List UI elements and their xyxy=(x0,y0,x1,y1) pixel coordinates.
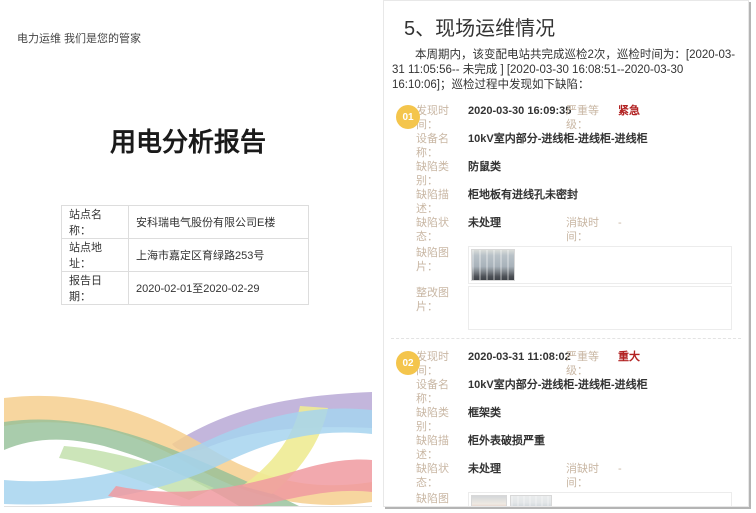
report-preview: 电力运维 我们是您的管家 用电分析报告 站点名称： 安科瑞电气股份有限公司E楼 … xyxy=(0,0,756,513)
field-label: 设备名称： xyxy=(416,132,468,160)
defect-item: 01 发现时间： 2020-03-30 16:09:35 严重等级： 紧急 设备… xyxy=(384,104,748,330)
field-label: 缺陷类别： xyxy=(416,406,468,434)
field-label: 严重等级： xyxy=(566,350,618,378)
field-label: 缺陷状态： xyxy=(416,462,468,490)
defect-photo-thumbnail xyxy=(471,249,515,281)
field-label: 发现时间： xyxy=(416,350,468,378)
row-value: 上海市嘉定区育绿路253号 xyxy=(129,239,309,272)
defect-item: 02 发现时间： 2020-03-31 11:08:02 严重等级： 重大 设备… xyxy=(384,350,748,507)
field-value: 防鼠类 xyxy=(468,160,501,188)
field-label: 缺陷图片： xyxy=(416,246,468,284)
field-label: 整改图片： xyxy=(416,286,468,330)
item-index-badge: 02 xyxy=(396,351,420,375)
field-value: 柜地板有进线孔未密封 xyxy=(468,188,578,216)
field-value: 10kV室内部分-进线柜-进线柜-进线柜 xyxy=(468,132,648,160)
defect-photos-box xyxy=(468,246,732,284)
fix-photos-box xyxy=(468,286,732,330)
field-value: 2020-03-31 11:08:02 xyxy=(468,350,566,378)
field-value: 2020-03-30 16:09:35 xyxy=(468,104,566,132)
field-label: 缺陷图片： xyxy=(416,492,468,507)
field-row: 缺陷描述： 柜外表破损严重 xyxy=(416,434,748,462)
defect-photos-row: 缺陷图片： xyxy=(416,492,748,507)
field-row: 缺陷类别： 框架类 xyxy=(416,406,748,434)
cover-page: 电力运维 我们是您的管家 用电分析报告 站点名称： 安科瑞电气股份有限公司E楼 … xyxy=(4,0,372,507)
item-index-badge: 01 xyxy=(396,105,420,129)
field-label: 发现时间： xyxy=(416,104,468,132)
field-value: 框架类 xyxy=(468,406,501,434)
defect-photo-thumbnail xyxy=(510,495,552,507)
field-label: 缺陷状态： xyxy=(416,216,468,244)
field-label: 严重等级： xyxy=(566,104,618,132)
field-value: - xyxy=(618,216,622,244)
field-label: 缺陷描述： xyxy=(416,434,468,462)
field-label: 缺陷类别： xyxy=(416,160,468,188)
report-title: 用电分析报告 xyxy=(4,122,372,159)
item-separator xyxy=(391,338,741,339)
report-tagline: 电力运维 我们是您的管家 xyxy=(17,30,141,46)
field-value: 10kV室内部分-进线柜-进线柜-进线柜 xyxy=(468,378,648,406)
table-row: 报告日期： 2020-02-01至2020-02-29 xyxy=(62,272,309,305)
row-label: 站点名称： xyxy=(62,206,129,239)
table-row: 站点地址： 上海市嘉定区育绿路253号 xyxy=(62,239,309,272)
field-row: 缺陷类别： 防鼠类 xyxy=(416,160,748,188)
severity-value: 重大 xyxy=(618,350,640,378)
section-title: 5、现场运维情况 xyxy=(404,12,748,41)
field-value: - xyxy=(618,462,622,490)
row-value: 安科瑞电气股份有限公司E楼 xyxy=(129,206,309,239)
field-label: 消缺时间： xyxy=(566,216,618,244)
site-info-table: 站点名称： 安科瑞电气股份有限公司E楼 站点地址： 上海市嘉定区育绿路253号 … xyxy=(61,205,309,305)
table-row: 站点名称： 安科瑞电气股份有限公司E楼 xyxy=(62,206,309,239)
field-row: 缺陷描述： 柜地板有进线孔未密封 xyxy=(416,188,748,216)
field-row: 设备名称： 10kV室内部分-进线柜-进线柜-进线柜 xyxy=(416,132,748,160)
field-label: 消缺时间： xyxy=(566,462,618,490)
fix-photos-row: 整改图片： xyxy=(416,286,748,330)
field-label: 设备名称： xyxy=(416,378,468,406)
row-label: 报告日期： xyxy=(62,272,129,305)
decorative-waves xyxy=(4,388,372,506)
field-label: 缺陷描述： xyxy=(416,188,468,216)
intro-paragraph: 本周期内，该变配电站共完成巡检2次，巡检时间为：[2020-03-31 11:0… xyxy=(392,48,740,93)
field-row: 设备名称： 10kV室内部分-进线柜-进线柜-进线柜 xyxy=(416,378,748,406)
field-value: 未处理 xyxy=(468,462,566,490)
row-label: 站点地址： xyxy=(62,239,129,272)
field-row: 缺陷状态： 未处理 消缺时间： - xyxy=(416,216,748,244)
field-value: 柜外表破损严重 xyxy=(468,434,545,462)
field-value: 未处理 xyxy=(468,216,566,244)
defect-photos-box xyxy=(468,492,732,507)
field-row: 发现时间： 2020-03-30 16:09:35 严重等级： 紧急 xyxy=(416,104,748,132)
row-value: 2020-02-01至2020-02-29 xyxy=(129,272,309,305)
defect-photo-thumbnail xyxy=(471,495,507,507)
field-row: 缺陷状态： 未处理 消缺时间： - xyxy=(416,462,748,490)
severity-value: 紧急 xyxy=(618,104,640,132)
field-row: 发现时间： 2020-03-31 11:08:02 严重等级： 重大 xyxy=(416,350,748,378)
defect-photos-row: 缺陷图片： xyxy=(416,246,748,284)
report-section-page: 5、现场运维情况 本周期内，该变配电站共完成巡检2次，巡检时间为：[2020-0… xyxy=(383,0,749,507)
